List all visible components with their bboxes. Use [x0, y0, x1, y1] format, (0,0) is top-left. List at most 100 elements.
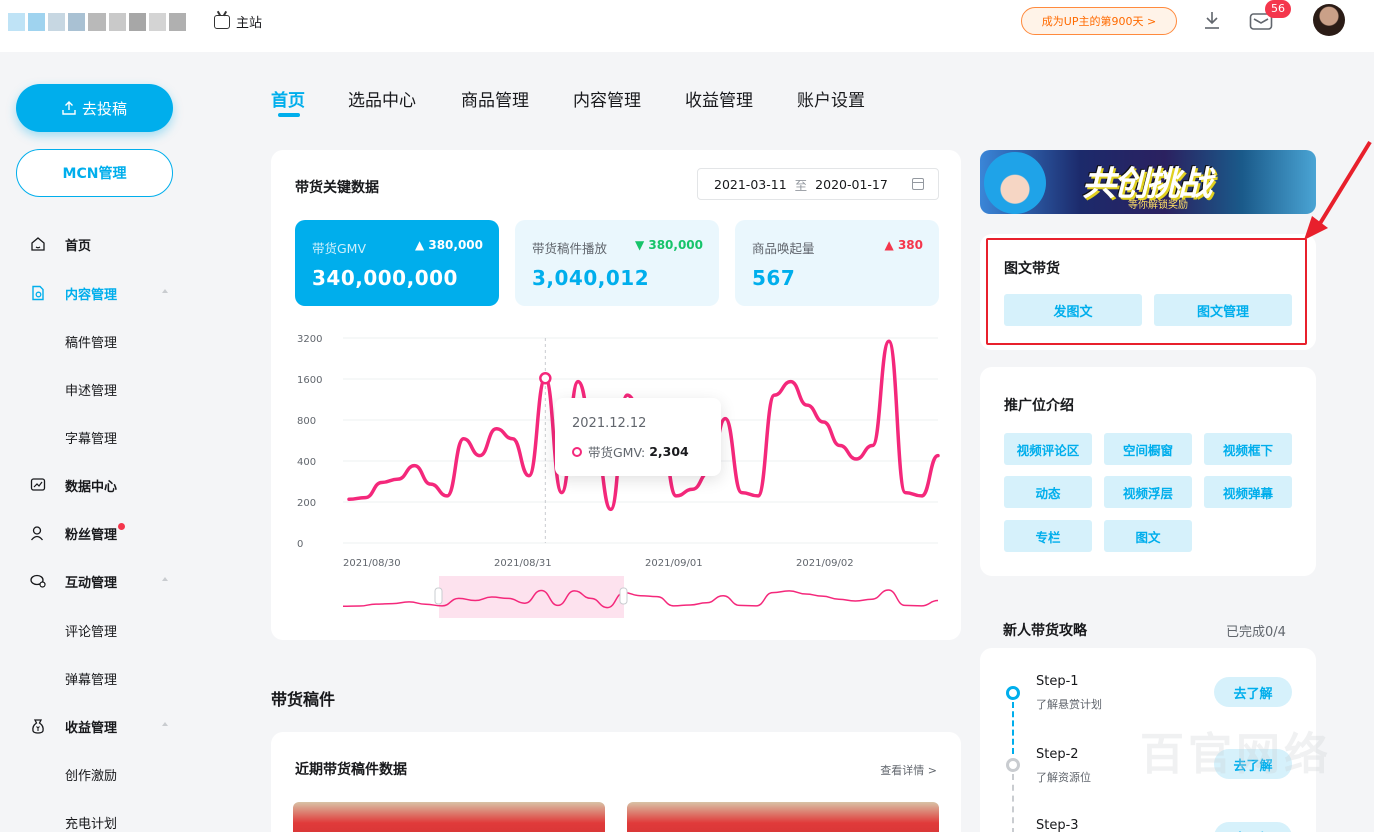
y-tick-label: 3200	[297, 334, 322, 345]
y-tick-label: 400	[297, 457, 316, 468]
chat-icon	[30, 574, 46, 588]
sidebar-item-danmaku[interactable]: 弹幕管理	[0, 663, 190, 693]
sidebar-item-fans[interactable]: 粉丝管理	[0, 518, 190, 548]
user-icon	[30, 526, 44, 541]
up-days-badge[interactable]: 成为UP主的第900天 >	[1021, 7, 1177, 35]
step-indicator-icon	[1006, 758, 1020, 772]
sidebar: 去投稿 MCN管理 首页 内容管理 稿件管理 申述管理 字幕管理 数据中心 粉丝…	[0, 52, 190, 832]
promo-tag[interactable]: 空间橱窗	[1104, 433, 1192, 465]
collapse-caret-icon[interactable]	[162, 577, 168, 581]
sidebar-item-label: 数据中心	[65, 479, 118, 495]
step-title: Step-1	[1036, 674, 1079, 689]
sidebar-item-label: 创作激励	[65, 768, 118, 784]
stat-label: 商品唤起量	[752, 241, 815, 256]
sidebar-item-label: 申述管理	[65, 383, 118, 399]
step-connector	[1012, 774, 1014, 832]
x-tick-label: 2021/09/02	[796, 558, 854, 569]
sidebar-item-subtitles[interactable]: 字幕管理	[0, 422, 190, 452]
stat-label: 带货稿件播放	[532, 241, 608, 256]
document-icon	[32, 285, 44, 301]
download-icon[interactable]	[1203, 10, 1221, 30]
video-thumbnail[interactable]	[627, 802, 939, 832]
promo-banner[interactable]: 共创挑战 等你解锁奖励	[980, 150, 1316, 214]
message-count-badge: 56	[1265, 0, 1291, 18]
sidebar-item-comments[interactable]: 评论管理	[0, 615, 190, 645]
step-title: Step-3	[1036, 818, 1079, 832]
tooltip-series: 带货GMV:	[588, 445, 646, 460]
series-dot-icon	[572, 446, 582, 457]
post-button-label: 去投稿	[81, 99, 127, 118]
promo-tag[interactable]: 视频框下	[1204, 433, 1292, 465]
sidebar-item-data-center[interactable]: 数据中心	[0, 470, 190, 500]
date-end: 2020-01-17	[815, 176, 888, 192]
stat-plays[interactable]: 带货稿件播放 ▼ 380,000 3,040,012	[515, 220, 719, 306]
tab-account-settings[interactable]: 账户设置	[797, 86, 865, 111]
highlight-box	[986, 238, 1307, 345]
chart-tooltip: 2021.12.12 带货GMV: 2,304	[555, 398, 721, 476]
sidebar-item-label: 评论管理	[65, 624, 118, 640]
guide-title: 新人带货攻略	[1003, 623, 1087, 639]
guide-progress: 已完成0/4	[1226, 625, 1286, 640]
sidebar-item-incentive[interactable]: 创作激励	[0, 759, 190, 789]
highlight-point	[539, 372, 552, 385]
x-tick-label: 2021/09/01	[645, 558, 703, 569]
top-bar: 主站 成为UP主的第900天 > 56	[0, 0, 1374, 52]
tab-product-management[interactable]: 商品管理	[461, 86, 529, 111]
sidebar-item-home[interactable]: 首页	[0, 229, 190, 259]
banner-subtitle: 等你解锁奖励	[1128, 200, 1188, 211]
promo-tag[interactable]: 视频评论区	[1004, 433, 1092, 465]
promo-tag[interactable]: 视频弹幕	[1204, 476, 1292, 508]
sidebar-item-appeals[interactable]: 申述管理	[0, 374, 190, 404]
promo-tag[interactable]: 专栏	[1004, 520, 1092, 552]
date-range-picker[interactable]: 2021-03-11 至 2020-01-17	[697, 168, 939, 200]
sidebar-item-charging[interactable]: 充电计划	[0, 807, 190, 832]
collapse-caret-icon[interactable]	[162, 722, 168, 726]
step-title: Step-2	[1036, 747, 1079, 762]
tab-selection-center[interactable]: 选品中心	[348, 86, 416, 111]
stat-value: 340,000,000	[312, 266, 458, 290]
sidebar-item-manuscripts[interactable]: 稿件管理	[0, 326, 190, 356]
brush-handle-right	[619, 587, 628, 605]
see-details-link[interactable]: 查看详情 >	[880, 762, 937, 778]
y-tick-label: 0	[297, 539, 303, 550]
tooltip-row: 带货GMV: 2,304	[572, 442, 689, 461]
mcn-button[interactable]: MCN管理	[16, 149, 173, 197]
banner-character-image	[984, 152, 1046, 214]
stat-delta: ▲ 380	[884, 238, 923, 252]
sidebar-item-content[interactable]: 内容管理	[0, 278, 190, 308]
promo-positions-card: 推广位介绍 视频评论区 空间橱窗 视频框下 动态 视频浮层 视频弹幕 专栏 图文	[980, 367, 1316, 576]
brush-selection	[439, 576, 624, 618]
stat-gmv[interactable]: 带货GMV ▲ 380,000 340,000,000	[295, 220, 499, 306]
active-tab-indicator	[278, 113, 300, 117]
promo-tag[interactable]: 动态	[1004, 476, 1092, 508]
collapse-caret-icon[interactable]	[162, 289, 168, 293]
y-tick-label: 200	[297, 498, 316, 509]
promo-tag[interactable]: 图文	[1104, 520, 1192, 552]
main-site-link[interactable]: 主站	[214, 12, 262, 31]
sidebar-item-income[interactable]: 收益管理	[0, 711, 190, 741]
tooltip-value: 2,304	[649, 444, 689, 459]
learn-more-button[interactable]: 去了解	[1214, 822, 1292, 832]
stat-value: 567	[752, 266, 796, 290]
promo-tag[interactable]: 视频浮层	[1104, 476, 1192, 508]
gmv-line-chart[interactable]: 3200 1600 800 400 200 0 2021/08/30 2021/08/31 20…	[271, 328, 961, 628]
stat-product-clicks[interactable]: 商品唤起量 ▲ 380 567	[735, 220, 939, 306]
key-data-card: 带货关键数据 2021-03-11 至 2020-01-17 带货GMV ▲ 3…	[271, 150, 961, 640]
sidebar-item-label: 充电计划	[65, 816, 118, 832]
user-avatar[interactable]	[1313, 4, 1345, 36]
stat-value: 3,040,012	[532, 266, 650, 290]
sidebar-item-interaction[interactable]: 互动管理	[0, 566, 190, 596]
learn-more-button[interactable]: 去了解	[1214, 677, 1292, 707]
tab-content-management[interactable]: 内容管理	[573, 86, 641, 111]
tab-income-management[interactable]: 收益管理	[685, 86, 753, 111]
video-thumbnail[interactable]	[293, 802, 605, 832]
videos-section-title: 带货稿件	[271, 690, 336, 709]
sidebar-item-label: 稿件管理	[65, 335, 118, 351]
logo-blurred[interactable]	[8, 13, 186, 31]
chart-icon	[30, 478, 46, 491]
tab-home[interactable]: 首页	[271, 86, 305, 111]
y-tick-label: 800	[297, 416, 316, 427]
post-button[interactable]: 去投稿	[16, 84, 173, 132]
step-subtitle: 了解资源位	[1036, 771, 1091, 784]
red-arrow-annotation	[1304, 140, 1372, 240]
